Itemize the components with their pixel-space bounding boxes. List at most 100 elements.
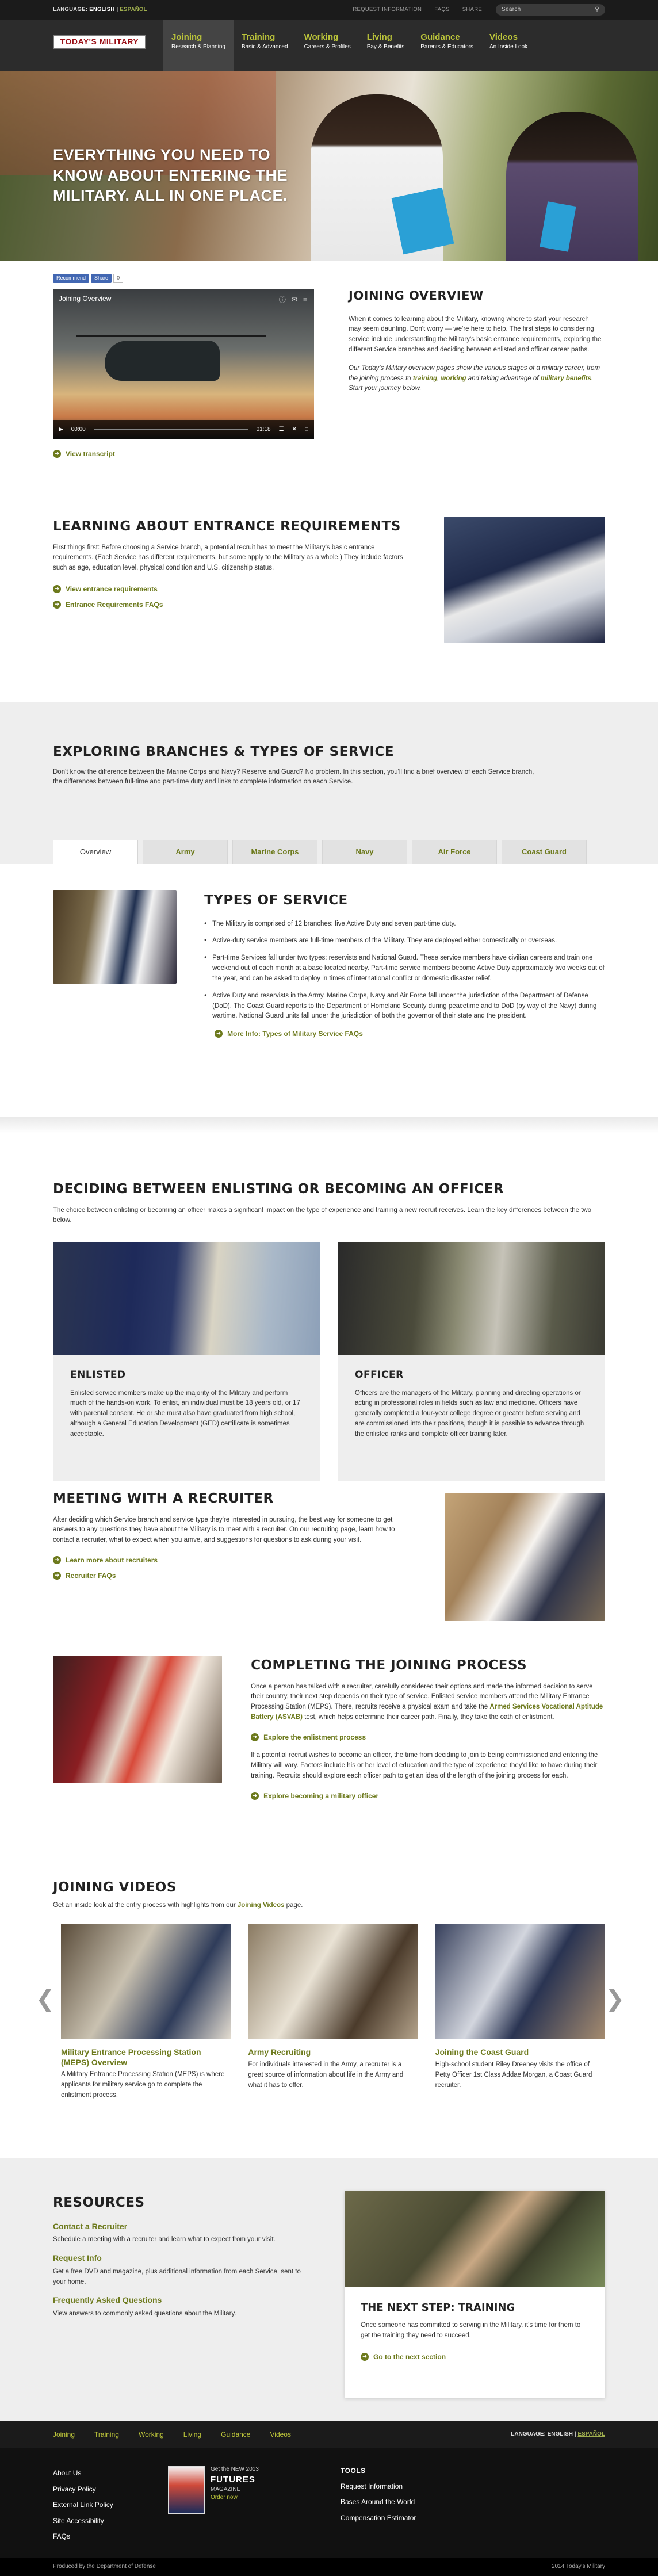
language-label: LANGUAGE: <box>53 6 88 13</box>
faqs-link[interactable]: FAQS <box>434 6 450 14</box>
search-icon[interactable]: ⚲ <box>595 5 599 14</box>
language-english[interactable]: ENGLISH <box>548 2431 573 2437</box>
language-english[interactable]: ENGLISH <box>89 6 114 13</box>
nav-item-joining[interactable]: Joining Research & Planning <box>163 20 234 71</box>
entrance-faqs-link[interactable]: ➜ Entrance Requirements FAQs <box>53 599 407 610</box>
officer-text: Officers are the managers of the Militar… <box>355 1389 584 1438</box>
learn-about-recruiters-link[interactable]: ➜ Learn more about recruiters <box>53 1555 415 1566</box>
video-carousel: Military Entrance Processing Station (ME… <box>53 1924 605 2100</box>
magazine-cover[interactable] <box>168 2466 205 2514</box>
footer-nav-training[interactable]: Training <box>94 2429 119 2440</box>
main-navigation: TODAY'S MILITARY Joining Research & Plann… <box>0 20 658 71</box>
video-player[interactable]: Joining Overview ⓘ ✉ ≡ ▶ 00:00 01:18 ☰ ✕… <box>53 288 314 439</box>
video-progress-bar[interactable] <box>93 429 248 431</box>
joining-overview-heading: JOINING OVERVIEW <box>349 289 484 303</box>
video-thumbnail[interactable] <box>435 1924 605 2040</box>
request-information-link[interactable]: REQUEST INFORMATION <box>353 6 422 14</box>
types-faqs-link[interactable]: ➜ More Info: Types of Military Service FA… <box>215 1029 605 1039</box>
para2-text-b: and taking advantage of <box>466 374 541 382</box>
hero-person-right <box>506 112 638 261</box>
joining-process-photo <box>53 1656 223 1783</box>
nav-item-videos[interactable]: Videos An Inside Look <box>481 20 535 71</box>
next-section-link[interactable]: ➜ Go to the next section <box>345 2348 605 2366</box>
request-info-link[interactable]: Request Info <box>53 2252 310 2265</box>
footer-nav-videos[interactable]: Videos <box>270 2429 290 2440</box>
video-card[interactable]: Military Entrance Processing Station (ME… <box>61 1924 231 2100</box>
video-thumbnail[interactable] <box>248 1924 418 2040</box>
nav-item-guidance[interactable]: Guidance Parents & Educators <box>412 20 481 71</box>
next-step-title: THE NEXT STEP: TRAINING <box>361 2302 515 2314</box>
recruiter-text: After deciding which Service branch and … <box>53 1516 395 1544</box>
branches-section: EXPLORING BRANCHES & TYPES OF SERVICE Do… <box>0 702 658 835</box>
order-now-link[interactable]: Order now <box>211 2494 238 2501</box>
video-title[interactable]: Army Recruiting <box>248 2047 418 2058</box>
carousel-prev-icon[interactable]: ❮ <box>36 1981 55 2017</box>
bases-tool-link[interactable]: Bases Around the World <box>341 2494 416 2510</box>
language-spanish-link[interactable]: ESPAÑOL <box>577 2431 605 2437</box>
next-step-text: Once someone has committed to serving in… <box>361 2321 581 2339</box>
complete-text-2: If a potential recruit wishes to become … <box>251 1752 598 1780</box>
nav-item-training[interactable]: Training Basic & Advanced <box>234 20 296 71</box>
tab-air-force[interactable]: Air Force <box>412 840 497 864</box>
explore-enlistment-link[interactable]: ➜ Explore the enlistment process <box>251 1732 605 1743</box>
fullscreen-icon[interactable]: ✕ <box>292 425 297 434</box>
nav-item-working[interactable]: Working Careers & Profiles <box>296 20 359 71</box>
link-label: More Info: Types of Military Service FAQ… <box>227 1030 363 1038</box>
footer-faqs-link[interactable]: FAQs <box>53 2529 168 2545</box>
futures-magazine-promo[interactable]: Get the NEW 2013 FUTURES MAGAZINE Order … <box>168 2466 283 2558</box>
video-card[interactable]: Army Recruiting For individuals interest… <box>248 1924 418 2100</box>
tab-navy[interactable]: Navy <box>322 840 407 864</box>
recruiter-faqs-link[interactable]: ➜ Recruiter FAQs <box>53 1570 415 1581</box>
video-title[interactable]: Military Entrance Processing Station (ME… <box>61 2047 231 2067</box>
explore-officer-link[interactable]: ➜ Explore becoming a military officer <box>251 1791 605 1802</box>
privacy-policy-link[interactable]: Privacy Policy <box>53 2482 168 2498</box>
benefits-inline-link[interactable]: military benefits <box>541 375 591 382</box>
video-thumbnail[interactable] <box>61 1924 231 2040</box>
fb-share-button[interactable]: Share <box>91 274 112 283</box>
compensation-estimator-link[interactable]: Compensation Estimator <box>341 2510 416 2527</box>
share-icon[interactable]: ≡ <box>303 295 307 305</box>
list-item: The Military is comprised of 12 branches… <box>204 919 605 930</box>
play-icon[interactable]: ▶ <box>59 425 63 434</box>
fb-recommend-button[interactable]: Recommend <box>53 274 90 283</box>
carousel-next-icon[interactable]: ❯ <box>605 1981 625 2017</box>
entrance-requirements-section: LEARNING ABOUT ENTRANCE REQUIREMENTS Fir… <box>53 488 605 702</box>
email-icon[interactable]: ✉ <box>292 295 297 305</box>
working-inline-link[interactable]: working <box>441 375 466 382</box>
settings-icon[interactable]: ☰ <box>279 425 284 434</box>
video-title[interactable]: Joining the Coast Guard <box>435 2047 605 2058</box>
volume-icon[interactable]: □ <box>305 425 308 434</box>
footer-nav-joining[interactable]: Joining <box>53 2429 75 2440</box>
info-icon[interactable]: ⓘ <box>279 295 286 305</box>
search-placeholder: Search <box>502 6 521 13</box>
site-logo[interactable]: TODAY'S MILITARY <box>53 35 146 49</box>
contact-recruiter-link[interactable]: Contact a Recruiter <box>53 2220 310 2233</box>
enlist-or-officer-section: DECIDING BETWEEN ENLISTING OR BECOMING A… <box>0 1133 658 1484</box>
tab-army[interactable]: Army <box>143 840 228 864</box>
helicopter-image <box>105 340 220 381</box>
request-information-tool-link[interactable]: Request Information <box>341 2479 416 2495</box>
bottom-bar: Produced by the Department of Defense 20… <box>0 2558 658 2576</box>
tab-coast-guard[interactable]: Coast Guard <box>502 840 587 864</box>
tab-marine-corps[interactable]: Marine Corps <box>232 840 317 864</box>
nav-subtitle: Careers & Profiles <box>304 44 351 50</box>
view-entrance-requirements-link[interactable]: ➜ View entrance requirements <box>53 584 407 595</box>
nav-title: Working <box>304 32 339 42</box>
about-us-link[interactable]: About Us <box>53 2466 168 2482</box>
site-accessibility-link[interactable]: Site Accessibility <box>53 2513 168 2529</box>
tab-overview[interactable]: Overview <box>53 840 138 864</box>
share-link[interactable]: SHARE <box>462 6 482 14</box>
joining-videos-link[interactable]: Joining Videos <box>238 1902 285 1909</box>
external-link-policy-link[interactable]: External Link Policy <box>53 2497 168 2513</box>
video-card[interactable]: Joining the Coast Guard High-school stud… <box>435 1924 605 2100</box>
nav-item-living[interactable]: Living Pay & Benefits <box>359 20 413 71</box>
language-spanish-link[interactable]: ESPAÑOL <box>120 6 147 13</box>
view-transcript-link[interactable]: ➜ View transcript <box>53 449 314 460</box>
footer-nav-living[interactable]: Living <box>183 2429 201 2440</box>
footer-nav-working[interactable]: Working <box>139 2429 164 2440</box>
footer-nav-guidance[interactable]: Guidance <box>221 2429 250 2440</box>
training-inline-link[interactable]: training <box>413 375 437 382</box>
faq-link[interactable]: Frequently Asked Questions <box>53 2294 310 2307</box>
search-input[interactable]: Search ⚲ <box>496 4 605 16</box>
types-heading: TYPES OF SERVICE <box>204 893 348 908</box>
